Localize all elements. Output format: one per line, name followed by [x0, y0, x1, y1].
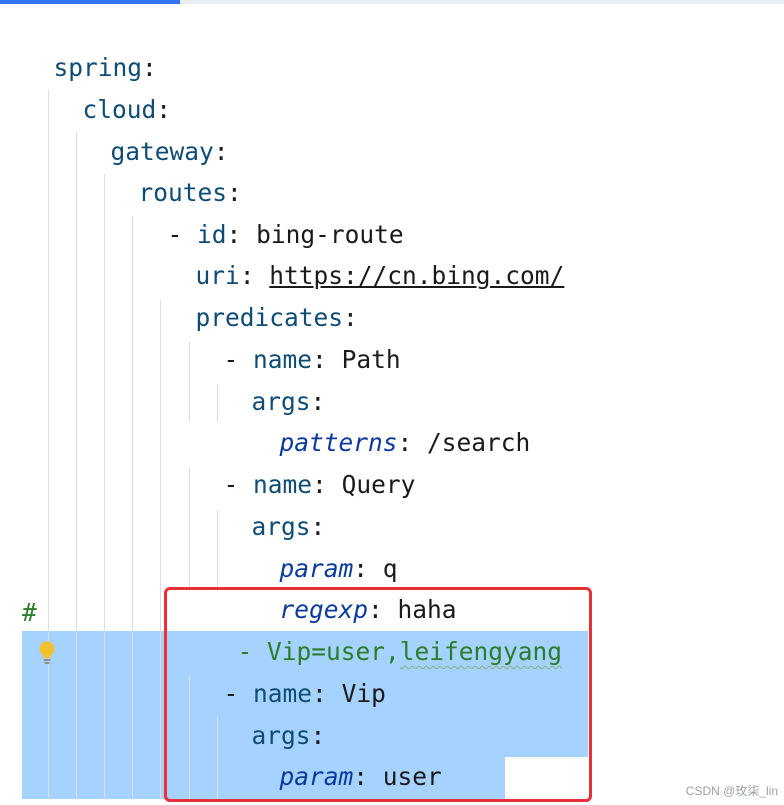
code-line-11[interactable]: - name: Query — [194, 423, 416, 499]
code-line-6[interactable]: uri: https://cn.bing.com/ — [166, 214, 565, 290]
code-line-13[interactable]: param: q — [250, 507, 398, 583]
code-line-5[interactable]: - id: bing-route — [138, 173, 404, 249]
code-line-7[interactable]: predicates: — [166, 256, 358, 332]
code-line-4[interactable]: routes: — [109, 131, 242, 207]
code-line-1[interactable]: spring: — [24, 6, 157, 82]
indent-guide — [189, 468, 190, 590]
indent-guide — [104, 174, 105, 800]
editor-gutter — [0, 4, 22, 805]
code-line-9[interactable]: args: — [222, 340, 326, 416]
watermark: CSDN @玫柒_lin — [685, 784, 778, 798]
annotation-highlight-box — [164, 587, 592, 802]
indent-guide — [217, 384, 218, 422]
yaml-value: /search — [427, 428, 531, 457]
indent-guide — [160, 300, 161, 800]
code-line-14[interactable]: regexp: haha — [250, 548, 457, 624]
indent-guide — [189, 342, 190, 422]
code-line-10[interactable]: patterns: /search — [250, 381, 531, 457]
indent-guide — [76, 132, 77, 800]
yaml-value: Query — [341, 470, 416, 499]
code-line-3[interactable]: gateway: — [81, 90, 229, 166]
lightbulb-icon[interactable] — [37, 640, 57, 666]
indent-guide — [48, 90, 49, 800]
code-line-2[interactable]: cloud: — [53, 48, 172, 124]
code-line-8[interactable]: - name: Path — [194, 298, 401, 374]
yaml-value: Path — [341, 345, 401, 374]
active-tab-indicator[interactable] — [0, 0, 180, 4]
indent-guide — [217, 510, 218, 590]
code-line-12[interactable]: args: — [222, 465, 326, 541]
comment-hash: # — [22, 598, 37, 627]
indent-guide — [132, 216, 133, 800]
